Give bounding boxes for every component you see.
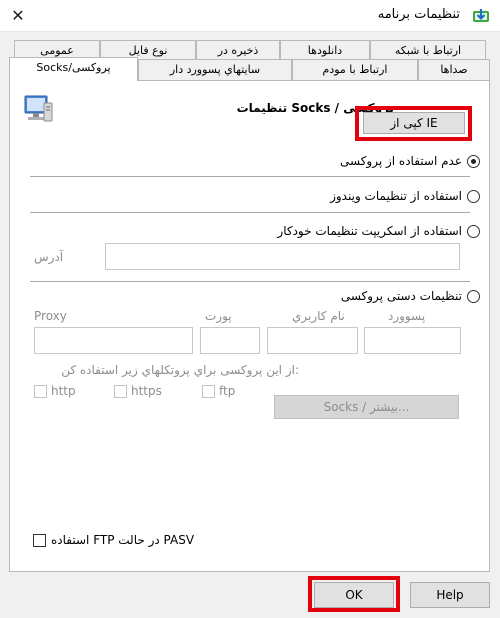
address-input[interactable]: [105, 243, 460, 270]
https-label: https: [131, 384, 162, 398]
password-input[interactable]: [364, 327, 461, 354]
address-label: آدرس: [34, 250, 64, 264]
proxy-host-input[interactable]: [34, 327, 193, 354]
radio-windows-settings-circle[interactable]: [467, 189, 480, 203]
username-column-label: نام كاربري: [292, 309, 345, 323]
pasv-checkbox[interactable]: استفاده FTP در حالت PASV: [33, 533, 194, 547]
separator: [30, 281, 470, 282]
window-title: تنظیمات برنامه: [377, 7, 460, 22]
ftp-checkbox-box[interactable]: [202, 384, 215, 398]
proxy-settings-panel: تنظیمات Socks / پروکسی کپی از IE عدم است…: [9, 80, 490, 572]
pasv-checkbox-box[interactable]: [33, 533, 46, 547]
https-checkbox[interactable]: https: [114, 384, 162, 398]
https-checkbox-box[interactable]: [114, 384, 127, 398]
radio-no-proxy-circle[interactable]: [467, 154, 480, 168]
separator: [30, 212, 470, 213]
tab-modem[interactable]: ارتباط با مودم: [292, 59, 418, 81]
radio-no-proxy[interactable]: عدم استفاده از پروکسی: [340, 152, 480, 170]
tab-password-sites[interactable]: سايتهاي پسوورد دار: [138, 59, 292, 81]
password-column-label: پسوورد: [388, 309, 426, 323]
radio-manual-proxy-circle[interactable]: [467, 289, 480, 303]
http-checkbox[interactable]: http: [34, 384, 76, 398]
radio-no-proxy-label: عدم استفاده از پروکسی: [339, 154, 462, 168]
help-button[interactable]: Help: [410, 582, 490, 608]
separator: [30, 176, 470, 177]
radio-auto-script-label: استفاده از اسکریپت تنظیمات خودکار: [277, 224, 462, 238]
radio-windows-settings[interactable]: استفاده از تنظیمات ویندوز: [330, 187, 480, 205]
ftp-label: ftp: [219, 384, 236, 398]
ok-button-highlight: [308, 576, 400, 612]
port-column-label: پورت: [205, 309, 232, 323]
proxy-column-label: Proxy: [34, 309, 67, 323]
radio-manual-proxy[interactable]: تنظیمات دستی پروکسی: [341, 287, 480, 305]
app-icon: [473, 9, 489, 22]
tab-sounds[interactable]: صداها: [418, 59, 490, 81]
close-icon[interactable]: ✕: [6, 4, 30, 28]
radio-windows-settings-label: استفاده از تنظیمات ویندوز: [330, 189, 462, 203]
tab-proxy-socks[interactable]: Socks/پروکسی: [9, 57, 138, 81]
socks-more-button[interactable]: Socks / بیشتر...: [274, 395, 459, 419]
radio-manual-proxy-label: تنظیمات دستی پروکسی: [340, 289, 462, 303]
protocols-label: از این پروکسی براي پروتكلهاي زیر استفاده…: [61, 363, 299, 377]
http-checkbox-box[interactable]: [34, 384, 47, 398]
http-label: http: [51, 384, 76, 398]
port-input[interactable]: [200, 327, 260, 354]
proxy-computer-icon: [24, 95, 53, 122]
radio-auto-script[interactable]: استفاده از اسکریپت تنظیمات خودکار: [277, 222, 480, 240]
pasv-label: استفاده FTP در حالت PASV: [51, 533, 195, 547]
title-bar: ✕ تنظیمات برنامه: [0, 0, 500, 32]
radio-auto-script-circle[interactable]: [467, 224, 480, 238]
ftp-checkbox[interactable]: ftp: [202, 384, 235, 398]
username-input[interactable]: [267, 327, 358, 354]
ie-button-highlight: [355, 106, 472, 141]
